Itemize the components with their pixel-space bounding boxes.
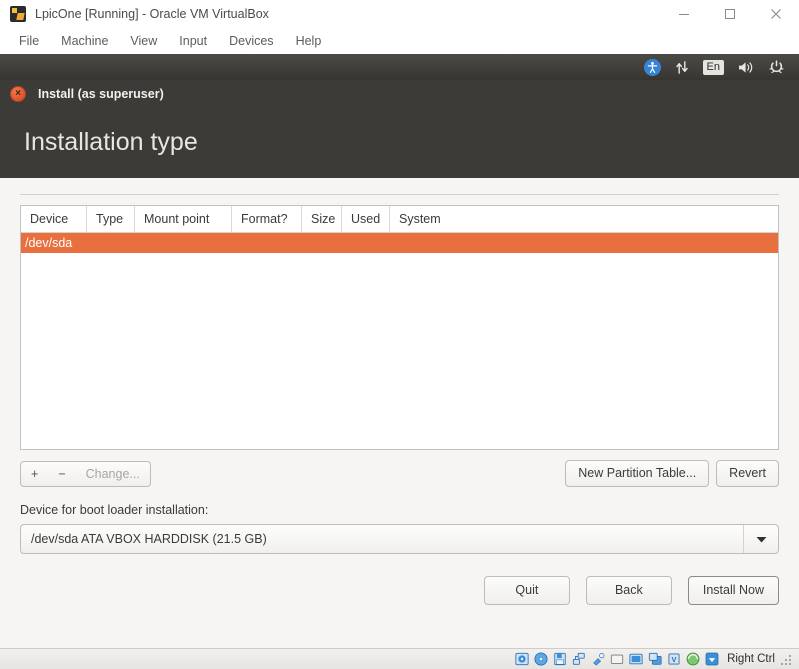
menu-item-help[interactable]: Help [285, 31, 333, 51]
accessibility-indicator[interactable] [637, 54, 668, 80]
minimize-button[interactable] [661, 0, 707, 28]
menu-item-view[interactable]: View [119, 31, 168, 51]
virtualization-icon[interactable]: V [665, 651, 682, 667]
guest-screen: En × Install (as superuser) Installation… [0, 54, 799, 648]
optical-disk-icon[interactable] [532, 651, 549, 667]
boot-loader-label: Device for boot loader installation: [20, 503, 209, 517]
network-icon[interactable] [570, 651, 587, 667]
install-now-button[interactable]: Install Now [687, 576, 779, 605]
partition-table-rows: /dev/sda [21, 233, 778, 449]
column-header-type[interactable]: Type [87, 206, 135, 232]
quit-button[interactable]: Quit [483, 576, 570, 605]
dropdown-toggle[interactable] [743, 525, 778, 553]
usb-icon[interactable] [589, 651, 606, 667]
change-partition-button: Change... [85, 466, 140, 481]
installer-titlebar: × Install (as superuser) [0, 80, 799, 108]
cell-device: /dev/sda [25, 236, 73, 250]
volume-icon [739, 61, 753, 73]
virtualbox-icon [10, 6, 26, 22]
minimize-icon [679, 14, 689, 15]
column-header-system[interactable]: System [390, 206, 778, 232]
hard-disk-icon[interactable] [513, 651, 530, 667]
partition-table[interactable]: Device Type Mount point Format? Size Use… [20, 205, 779, 450]
revert-button[interactable]: Revert [716, 460, 779, 487]
menu-item-devices[interactable]: Devices [218, 31, 284, 51]
column-header-used[interactable]: Used [342, 206, 390, 232]
chevron-down-icon [756, 536, 766, 542]
page-title: Installation type [24, 128, 198, 156]
installer-body: Device Type Mount point Format? Size Use… [0, 178, 799, 648]
display-icon[interactable] [627, 651, 644, 667]
floppy-disk-icon[interactable] [551, 651, 568, 667]
column-header-format[interactable]: Format? [232, 206, 302, 232]
content-divider [20, 194, 779, 195]
resize-grip[interactable] [781, 653, 793, 665]
virtualbox-statusbar: V Right Ctrl [0, 648, 799, 669]
menu-item-input[interactable]: Input [168, 31, 218, 51]
column-header-mount-point[interactable]: Mount point [135, 206, 232, 232]
keyboard-indicator[interactable]: En [696, 54, 731, 80]
virtualbox-window: LpicOne [Running] - Oracle VM VirtualBox… [0, 0, 799, 669]
close-icon: × [15, 88, 21, 99]
add-partition-button[interactable]: + [21, 462, 48, 486]
menu-item-machine[interactable]: Machine [50, 31, 119, 51]
maximize-icon [725, 9, 735, 19]
host-key-label: Right Ctrl [727, 653, 775, 665]
table-row[interactable]: /dev/sda [21, 233, 778, 253]
remote-desktop-icon[interactable] [646, 651, 663, 667]
network-indicator[interactable] [668, 54, 696, 80]
close-button[interactable] [753, 0, 799, 28]
window-controls [661, 0, 799, 28]
new-partition-table-button[interactable]: New Partition Table... [565, 460, 710, 487]
remove-partition-button[interactable]: − [48, 462, 75, 486]
partition-edit-buttongroup: + − Change... [20, 460, 151, 487]
virtualbox-menubar: File Machine View Input Devices Help [0, 28, 799, 54]
back-button[interactable]: Back [585, 576, 672, 605]
ubuntu-top-panel: En [0, 54, 799, 80]
installer-window: × Install (as superuser) Installation ty… [0, 80, 799, 648]
installer-close-button[interactable]: × [10, 86, 26, 102]
session-indicator[interactable] [762, 54, 791, 80]
window-title: LpicOne [Running] - Oracle VM VirtualBox [35, 7, 269, 21]
virtualbox-titlebar: LpicOne [Running] - Oracle VM VirtualBox [0, 0, 799, 28]
close-icon [771, 9, 781, 19]
boot-loader-select[interactable]: /dev/sda ATA VBOX HARDDISK (21.5 GB) [20, 524, 779, 554]
menu-item-file[interactable]: File [8, 31, 50, 51]
maximize-button[interactable] [707, 0, 753, 28]
host-key-icon[interactable] [703, 651, 720, 667]
svg-text:V: V [671, 655, 676, 664]
boot-loader-selected-value: /dev/sda ATA VBOX HARDDISK (21.5 GB) [31, 532, 267, 546]
accessibility-icon [643, 58, 661, 76]
installer-window-title: Install (as superuser) [38, 87, 164, 101]
column-header-size[interactable]: Size [302, 206, 342, 232]
column-header-device[interactable]: Device [21, 206, 87, 232]
shared-folder-icon[interactable] [608, 651, 625, 667]
partition-toolbar: + − Change... New Partition Table... Rev… [20, 460, 779, 487]
network-updown-icon [675, 60, 688, 74]
power-gear-icon [769, 59, 784, 73]
installer-footer: Quit Back Install Now [20, 576, 779, 605]
partition-table-header: Device Type Mount point Format? Size Use… [21, 206, 778, 233]
mouse-integration-icon[interactable] [684, 651, 701, 667]
keyboard-layout-label: En [702, 59, 724, 75]
installer-header: Installation type [0, 108, 799, 178]
volume-indicator[interactable] [731, 54, 762, 80]
